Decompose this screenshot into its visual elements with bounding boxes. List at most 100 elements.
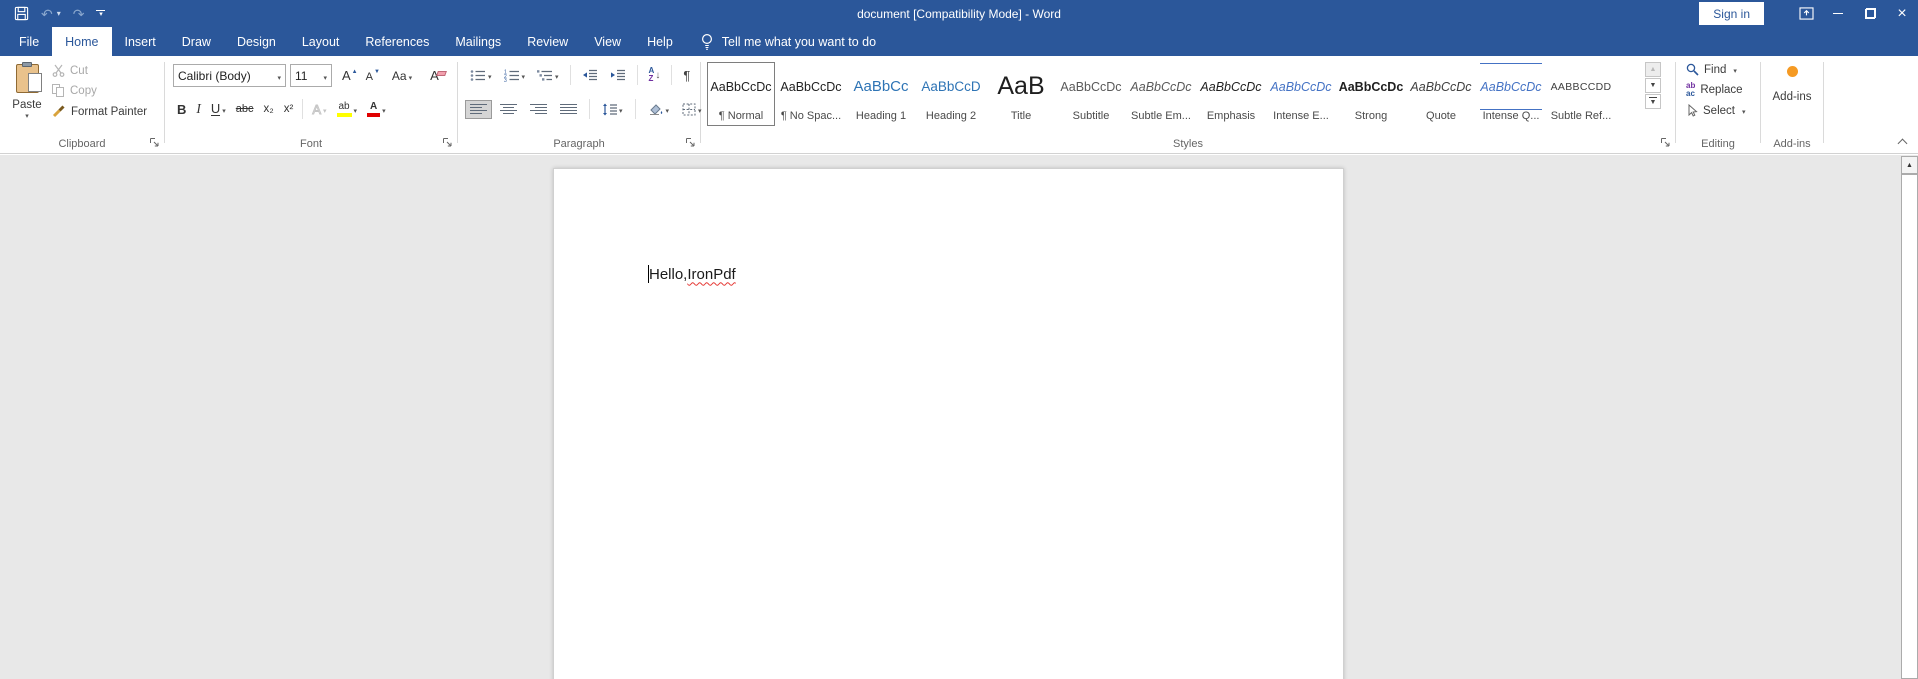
replace-button[interactable]: ab ac Replace	[1686, 82, 1745, 98]
clipboard-dialog-launcher-icon[interactable]	[149, 137, 161, 149]
font-family-combo[interactable]: Calibri (Body)	[173, 64, 286, 87]
bullets-button[interactable]	[466, 64, 496, 86]
misspelled-word: IronPdf	[687, 266, 735, 283]
justify-button[interactable]	[556, 101, 581, 118]
svg-text:3: 3	[504, 78, 507, 82]
select-label: Select	[1703, 105, 1735, 117]
tab-insert[interactable]: Insert	[112, 27, 169, 56]
shrink-font-button[interactable]: A▼	[362, 67, 384, 85]
numbering-button[interactable]: 123	[500, 64, 530, 86]
document-page[interactable]: Hello, IronPdf	[553, 168, 1344, 679]
strikethrough-button[interactable]: abc	[232, 101, 258, 117]
style-intense-emphasis[interactable]: AaBbCcDc Intense E...	[1267, 62, 1335, 126]
replace-icon: ab ac	[1686, 82, 1695, 98]
paragraph-group: 123 AZ	[458, 56, 700, 153]
text-effects-button[interactable]: A	[308, 98, 330, 120]
style-strong[interactable]: AaBbCcDc Strong	[1337, 62, 1405, 126]
increase-indent-icon	[610, 69, 626, 81]
ribbon-display-options-icon[interactable]	[1790, 0, 1822, 27]
sign-in-button[interactable]: Sign in	[1699, 2, 1764, 25]
scroll-up-icon[interactable]: ▲	[1901, 156, 1918, 174]
tab-help[interactable]: Help	[634, 27, 686, 56]
style-normal[interactable]: AaBbCcDc ¶ Normal	[707, 62, 775, 126]
italic-button[interactable]: I	[192, 99, 205, 119]
vertical-scrollbar[interactable]: ▲	[1901, 156, 1918, 679]
tab-draw[interactable]: Draw	[169, 27, 224, 56]
word-window: ↶ ▾ ↷ ▾ document [Compatibility Mode] - …	[0, 0, 1918, 679]
increase-indent-button[interactable]	[606, 67, 630, 83]
style-subtle-reference[interactable]: AABBCCDD Subtle Ref...	[1547, 62, 1615, 126]
gallery-more-icon[interactable]: ▼	[1645, 94, 1661, 109]
multilevel-list-button[interactable]	[533, 64, 563, 86]
style-heading-2[interactable]: AaBbCcD Heading 2	[917, 62, 985, 126]
paragraph-dialog-launcher-icon[interactable]	[685, 137, 697, 149]
grow-font-icon: A	[342, 68, 351, 83]
line-spacing-icon	[602, 103, 617, 116]
underline-button[interactable]: U	[207, 98, 230, 120]
style-heading-1[interactable]: AaBbCc Heading 1	[847, 62, 915, 126]
close-button[interactable]: ×	[1886, 0, 1918, 27]
align-center-button[interactable]	[496, 101, 521, 118]
style-title[interactable]: AaB Title	[987, 62, 1055, 126]
style-subtle-emphasis[interactable]: AaBbCcDc Subtle Em...	[1127, 62, 1195, 126]
gallery-scroll-up-icon[interactable]: ▲	[1645, 62, 1661, 77]
style-subtitle[interactable]: AaBbCcDc Subtitle	[1057, 62, 1125, 126]
clear-formatting-button[interactable]: A	[426, 66, 450, 85]
select-button[interactable]: Select	[1686, 104, 1745, 117]
redo-icon[interactable]: ↷	[73, 7, 85, 21]
align-right-button[interactable]	[526, 101, 551, 118]
customize-qat-icon[interactable]: ▾	[96, 10, 105, 17]
styles-dialog-launcher-icon[interactable]	[1660, 137, 1672, 149]
find-label: Find	[1704, 64, 1726, 76]
tab-design[interactable]: Design	[224, 27, 289, 56]
tab-review[interactable]: Review	[514, 27, 581, 56]
font-size-combo[interactable]: 11	[290, 64, 332, 87]
style-intense-quote[interactable]: AaBbCcDc Intense Q...	[1477, 62, 1545, 126]
bold-button[interactable]: B	[173, 100, 190, 119]
style-emphasis[interactable]: AaBbCcDc Emphasis	[1197, 62, 1265, 126]
collapse-ribbon-icon[interactable]	[1898, 137, 1908, 147]
subscript-button[interactable]: x₂	[260, 101, 278, 117]
gallery-scroll-down-icon[interactable]: ▼	[1645, 78, 1661, 93]
change-case-button[interactable]: Aa	[388, 66, 416, 85]
highlight-button[interactable]: ab	[333, 98, 362, 120]
line-spacing-button[interactable]	[598, 98, 627, 120]
addins-button[interactable]: Add-ins	[1761, 66, 1823, 103]
undo-dropdown-icon[interactable]: ▾	[57, 9, 61, 18]
numbering-icon: 123	[504, 69, 520, 82]
decrease-indent-button[interactable]	[578, 67, 602, 83]
align-right-icon	[530, 103, 547, 116]
font-color-button[interactable]: A	[363, 98, 390, 120]
restore-button[interactable]	[1854, 0, 1886, 27]
sort-button[interactable]: AZ ↓	[645, 65, 665, 85]
styles-group-label: Styles	[701, 138, 1675, 150]
scrollbar-thumb[interactable]	[1901, 174, 1918, 679]
paste-button[interactable]: Paste ▾	[6, 62, 48, 138]
save-icon[interactable]	[14, 6, 29, 21]
shading-button[interactable]	[644, 98, 674, 120]
lightbulb-icon	[700, 33, 714, 51]
tab-home[interactable]: Home	[52, 27, 111, 56]
tab-mailings[interactable]: Mailings	[442, 27, 514, 56]
style-no-spacing[interactable]: AaBbCcDc ¶ No Spac...	[777, 62, 845, 126]
align-left-button[interactable]	[466, 101, 491, 118]
format-painter-button[interactable]: Format Painter	[52, 105, 147, 118]
find-button[interactable]: Find	[1686, 63, 1745, 76]
copy-button[interactable]: Copy	[52, 84, 147, 98]
show-hide-paragraph-button[interactable]: ¶	[679, 66, 694, 85]
minimize-button[interactable]	[1822, 0, 1854, 27]
tab-view[interactable]: View	[581, 27, 634, 56]
undo-icon[interactable]: ↶	[41, 7, 53, 21]
tell-me-box[interactable]: Tell me what you want to do	[700, 27, 876, 56]
tab-layout[interactable]: Layout	[289, 27, 353, 56]
tab-references[interactable]: References	[352, 27, 442, 56]
style-quote[interactable]: AaBbCcDc Quote	[1407, 62, 1475, 126]
font-dialog-launcher-icon[interactable]	[442, 137, 454, 149]
grow-font-button[interactable]: A▲	[338, 66, 362, 85]
paragraph-group-label: Paragraph	[458, 138, 700, 150]
tab-file[interactable]: File	[6, 27, 52, 56]
addins-group: Add-ins Add-ins	[1761, 56, 1823, 153]
highlight-icon: ab	[337, 102, 352, 117]
superscript-button[interactable]: x²	[280, 101, 298, 117]
cut-button[interactable]: Cut	[52, 64, 147, 77]
